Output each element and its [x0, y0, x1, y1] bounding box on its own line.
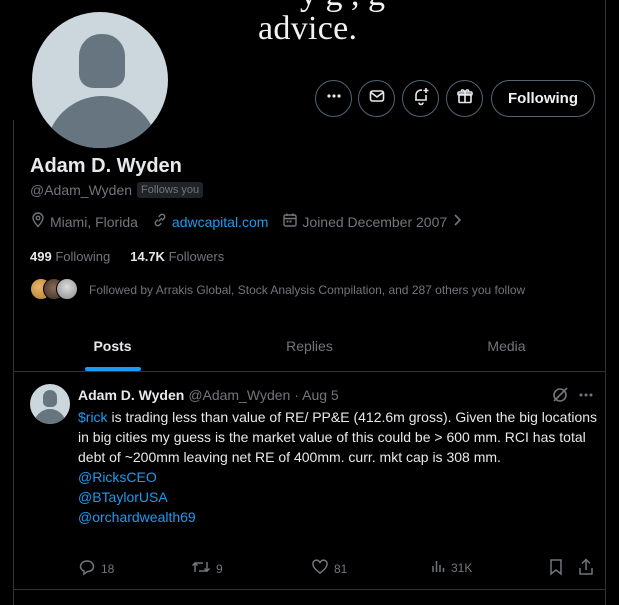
share-icon	[578, 558, 594, 579]
location-item: Miami, Florida	[30, 212, 138, 231]
tab-label: Replies	[286, 337, 333, 354]
chevron-right-icon	[451, 213, 463, 230]
more-button[interactable]	[315, 80, 352, 117]
tweet-header: Adam D. Wyden @Adam_Wyden · Aug 5	[78, 387, 339, 403]
followers-count-link[interactable]: 14.7K Followers	[130, 249, 224, 264]
calendar-icon	[282, 212, 298, 231]
handle-row: @Adam_Wyden Follows you	[30, 182, 204, 198]
message-icon	[368, 87, 386, 110]
column-right-border	[605, 0, 606, 605]
more-icon	[577, 386, 595, 409]
tweet-actions: 18 9 81 31K	[78, 558, 598, 580]
tweet-more-button[interactable]	[577, 386, 595, 409]
bookmark-button[interactable]	[548, 558, 564, 579]
gift-icon	[456, 87, 474, 110]
followed-by-text: Followed by Arrakis Global, Stock Analys…	[89, 283, 526, 297]
tab-replies[interactable]: Replies	[211, 320, 408, 371]
bookmark-icon	[548, 558, 564, 579]
grok-button[interactable]	[551, 386, 569, 409]
like-count: 81	[334, 561, 348, 576]
cashtag-link[interactable]: $rick	[78, 409, 108, 425]
profile-meta: Miami, Florida adwcapital.com Joined Dec…	[30, 212, 477, 231]
following-button[interactable]: Following	[491, 80, 595, 117]
banner-text: advice.	[258, 10, 358, 47]
repost-count: 9	[216, 561, 223, 576]
gift-button[interactable]	[446, 80, 483, 117]
follower-avatar	[56, 278, 78, 300]
tweet-date[interactable]: · Aug 5	[294, 387, 338, 403]
message-button[interactable]	[358, 80, 395, 117]
mention-link[interactable]: @RicksCEO	[78, 467, 598, 487]
mention-link[interactable]: @BTaylorUSA	[78, 487, 598, 507]
tweet-author-handle[interactable]: @Adam_Wyden	[188, 387, 290, 403]
joined-item[interactable]: Joined December 2007	[282, 212, 463, 231]
repost-button[interactable]: 9	[191, 558, 223, 579]
following-label: Following	[55, 249, 111, 264]
joined-text: Joined December 2007	[302, 213, 448, 230]
heart-icon	[311, 558, 329, 579]
tweet-text: is trading less than value of RE/ PP&E (…	[78, 409, 598, 465]
following-count-link[interactable]: 499 Following	[30, 249, 110, 264]
profile-tabs: Posts Replies Media	[14, 320, 605, 372]
mention-link[interactable]: @orchardwealth69	[78, 507, 598, 527]
profile-avatar[interactable]	[28, 8, 172, 152]
followed-by-row[interactable]: Followed by Arrakis Global, Stock Analys…	[30, 278, 525, 302]
reply-icon	[78, 558, 96, 579]
follow-counts: 499 Following 14.7K Followers	[30, 249, 224, 264]
following-count: 499	[30, 249, 52, 264]
tweet-body: $rick is trading less than value of RE/ …	[78, 407, 598, 527]
view-count: 31K	[451, 560, 473, 575]
follows-you-badge: Follows you	[137, 182, 204, 198]
notify-icon	[411, 86, 431, 111]
tweet-author-name[interactable]: Adam D. Wyden	[78, 387, 184, 403]
reply-button[interactable]: 18	[78, 558, 114, 579]
follower-avatars	[30, 278, 80, 302]
location-text: Miami, Florida	[50, 213, 138, 230]
profile-name: Adam D. Wyden	[30, 155, 182, 177]
more-icon	[325, 87, 343, 110]
profile-handle: @Adam_Wyden	[30, 182, 133, 198]
active-tab-indicator	[84, 367, 141, 371]
tweet[interactable]: Adam D. Wyden @Adam_Wyden · Aug 5 $rick …	[14, 372, 605, 590]
grok-icon	[551, 386, 569, 409]
website-item[interactable]: adwcapital.com	[152, 212, 269, 231]
website-link[interactable]: adwcapital.com	[172, 214, 269, 230]
tab-posts[interactable]: Posts	[14, 320, 211, 371]
like-button[interactable]: 81	[311, 558, 347, 579]
views-icon	[430, 558, 446, 577]
followers-label: Followers	[168, 249, 225, 264]
tab-label: Media	[487, 337, 526, 354]
link-icon	[152, 212, 168, 231]
notify-button[interactable]	[402, 80, 439, 117]
tweet-avatar[interactable]	[30, 384, 70, 424]
repost-icon	[191, 558, 211, 579]
followers-count: 14.7K	[130, 249, 165, 264]
share-button[interactable]	[578, 558, 594, 579]
reply-count: 18	[101, 561, 115, 576]
views-button[interactable]: 31K	[430, 558, 472, 577]
tab-label: Posts	[93, 337, 132, 354]
tab-media[interactable]: Media	[408, 320, 605, 371]
location-icon	[30, 212, 46, 231]
